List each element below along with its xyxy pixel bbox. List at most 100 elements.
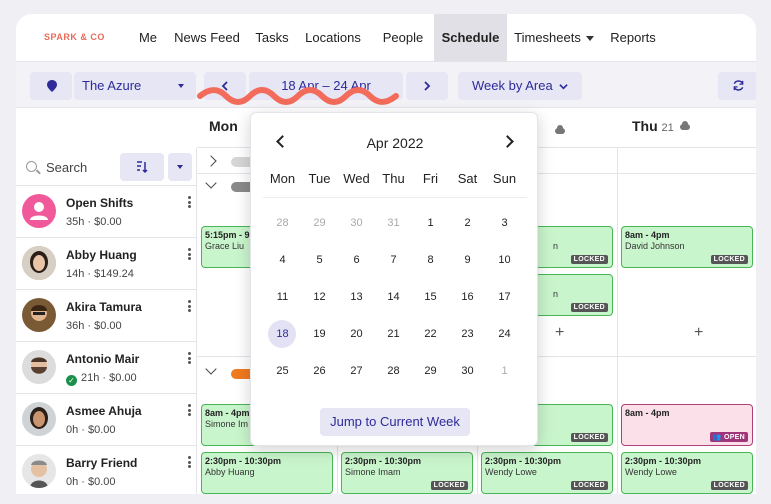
more-icon[interactable] — [188, 248, 191, 260]
sort-button[interactable] — [120, 153, 164, 181]
calendar-day[interactable]: 11 — [264, 283, 301, 311]
calendar-day[interactable]: 21 — [375, 320, 412, 348]
person-row[interactable]: Open Shifts 35h · $0.00 — [16, 186, 197, 238]
person-row[interactable]: Abby Huang 14h · $149.24 — [16, 238, 197, 290]
person-row[interactable]: Barry Friend 0h · $0.00 — [16, 446, 197, 494]
calendar-day[interactable]: 16 — [449, 283, 486, 311]
person-row[interactable]: Akira Tamura 36h · $0.00 — [16, 290, 197, 342]
person-meta: 14h · $149.24 — [66, 268, 134, 280]
calendar-day[interactable]: 28 — [375, 357, 412, 385]
chevron-down-icon[interactable] — [205, 177, 217, 189]
calendar-day[interactable]: 13 — [338, 283, 375, 311]
search-icon — [26, 161, 37, 172]
more-icon[interactable] — [188, 300, 191, 312]
chevron-right-icon[interactable] — [205, 155, 217, 167]
shift-time: 8am - 4pm — [625, 408, 670, 418]
more-icon[interactable] — [188, 196, 191, 208]
nav-schedule[interactable]: Schedule — [434, 14, 507, 61]
nav-locations[interactable]: Locations — [300, 14, 366, 61]
next-week-button[interactable] — [406, 72, 448, 100]
location-select[interactable]: The Azure — [74, 72, 196, 100]
calendar-day[interactable]: 25 — [264, 357, 301, 385]
calendar-day-number: 17 — [498, 291, 511, 303]
calendar-day[interactable]: 31 — [375, 209, 412, 237]
calendar-day[interactable]: 19 — [301, 320, 338, 348]
shift-card[interactable]: 2:30pm - 10:30pm Wendy Lowe LOCKED — [621, 452, 753, 494]
people-panel: Open Shifts 35h · $0.00 Abby Huang 14h ·… — [16, 148, 197, 494]
search-row — [16, 148, 197, 186]
shift-card[interactable]: 2:30pm - 10:30pm Abby Huang — [201, 452, 333, 494]
nav-timesheets[interactable]: Timesheets — [512, 14, 596, 61]
caret-down-icon — [177, 165, 183, 169]
calendar-day[interactable]: 3 — [486, 209, 523, 237]
calendar-day[interactable]: 2 — [449, 209, 486, 237]
top-nav: SPARK & CO Me News Feed Tasks Locations … — [16, 14, 756, 62]
calendar-day-selected[interactable]: 18 — [264, 320, 301, 348]
location-pin-button[interactable] — [30, 72, 72, 100]
calendar-day[interactable]: 30 — [338, 209, 375, 237]
calendar-day[interactable]: 24 — [486, 320, 523, 348]
nav-me[interactable]: Me — [133, 14, 163, 61]
add-shift-icon[interactable]: + — [555, 324, 564, 342]
calendar-day[interactable]: 17 — [486, 283, 523, 311]
refresh-icon — [733, 80, 744, 91]
nav-reports[interactable]: Reports — [606, 14, 660, 61]
nav-news-feed[interactable]: News Feed — [171, 14, 243, 61]
calendar-day[interactable]: 1 — [486, 357, 523, 385]
calendar-day[interactable]: 8 — [412, 246, 449, 274]
nav-people[interactable]: People — [378, 14, 428, 61]
shift-person: Wendy Lowe — [485, 467, 537, 477]
more-icon[interactable] — [188, 352, 191, 364]
calendar-day[interactable]: 1 — [412, 209, 449, 237]
view-select[interactable]: Week by Area — [458, 72, 582, 100]
more-icon[interactable] — [188, 456, 191, 468]
calendar-day[interactable]: 28 — [264, 209, 301, 237]
refresh-button[interactable] — [718, 72, 756, 100]
calendar-day-number: 12 — [313, 291, 326, 303]
calendar-day[interactable]: 12 — [301, 283, 338, 311]
sort-options-button[interactable] — [168, 153, 192, 181]
person-meta: 36h · $0.00 — [66, 320, 122, 332]
calendar-day[interactable]: 7 — [375, 246, 412, 274]
nav-tasks[interactable]: Tasks — [252, 14, 292, 61]
calendar-day[interactable]: 22 — [412, 320, 449, 348]
avatar-photo-icon — [22, 454, 56, 488]
calendar-day[interactable]: 20 — [338, 320, 375, 348]
calendar-day[interactable]: 10 — [486, 246, 523, 274]
search-input[interactable] — [46, 156, 116, 178]
chevron-down-icon[interactable] — [205, 363, 217, 375]
shift-card[interactable]: 2:30pm - 10:30pm Wendy Lowe LOCKED — [481, 452, 613, 494]
weekday-label: Tue — [308, 171, 331, 186]
shift-card[interactable]: 8am - 4pm David Johnson LOCKED — [621, 226, 753, 268]
calendar-day[interactable]: 9 — [449, 246, 486, 274]
calendar-day-number: 9 — [464, 254, 471, 266]
day-name: Mon — [209, 118, 238, 134]
calendar-day[interactable]: 30 — [449, 357, 486, 385]
person-name: Akira Tamura — [66, 300, 142, 314]
calendar-day[interactable]: 4 — [264, 246, 301, 274]
open-shift-card[interactable]: 8am - 4pm 👥 OPEN — [621, 404, 753, 446]
calendar-day[interactable]: 14 — [375, 283, 412, 311]
person-row[interactable]: Antonio Mair ✓ 21h · $0.00 — [16, 342, 197, 394]
jump-to-current-week-button[interactable]: Jump to Current Week — [320, 408, 470, 436]
weekday-label: Sun — [492, 171, 517, 186]
more-icon[interactable] — [188, 404, 191, 416]
calendar-day[interactable]: 23 — [449, 320, 486, 348]
next-month-icon[interactable] — [499, 131, 519, 151]
calendar-day[interactable]: 5 — [301, 246, 338, 274]
add-shift-icon[interactable]: + — [694, 324, 703, 342]
verified-check-icon: ✓ — [66, 375, 77, 386]
screen-frame: SPARK & CO Me News Feed Tasks Locations … — [0, 0, 771, 504]
calendar-day[interactable]: 26 — [301, 357, 338, 385]
person-row[interactable]: Asmee Ahuja 0h · $0.00 — [16, 394, 197, 446]
calendar-day-number: 2 — [464, 217, 471, 229]
calendar-day[interactable]: 29 — [301, 209, 338, 237]
calendar-day[interactable]: 29 — [412, 357, 449, 385]
calendar-day[interactable]: 6 — [338, 246, 375, 274]
locked-badge: LOCKED — [570, 255, 608, 264]
brand-logo[interactable]: SPARK & CO — [44, 32, 105, 42]
avatar — [22, 350, 56, 384]
shift-card[interactable]: 2:30pm - 10:30pm Simone Imam LOCKED — [341, 452, 473, 494]
calendar-day[interactable]: 15 — [412, 283, 449, 311]
calendar-day[interactable]: 27 — [338, 357, 375, 385]
